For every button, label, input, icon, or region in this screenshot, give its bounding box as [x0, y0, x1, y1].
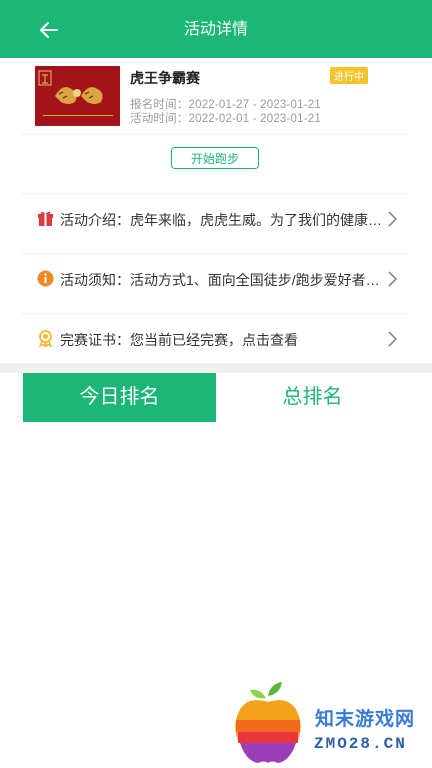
- chevron-right-icon: [388, 271, 398, 287]
- site-watermark: 知末游戏网 ZMO28.CN: [228, 680, 432, 768]
- tab-today-ranking[interactable]: 今日排名: [23, 373, 216, 422]
- app-header: 活动详情: [0, 0, 432, 58]
- activity-label: 活动时间：: [130, 113, 189, 125]
- gift-icon: [38, 211, 53, 226]
- activity-time: 活动时间：2022-02-01 - 2023-01-21: [130, 110, 321, 126]
- watermark-title: 知末游戏网: [315, 709, 416, 730]
- row-activity-notice[interactable]: 活动须知：活动方式1、面向全国徒步/跑步爱好者…: [0, 250, 432, 308]
- certificate-icon: [38, 330, 53, 347]
- section-separator: [0, 363, 432, 373]
- row-certificate[interactable]: 完赛证书：您当前已经完赛，点击查看: [0, 310, 432, 368]
- chevron-right-icon: [388, 211, 398, 227]
- activity-notice-text: 活动须知：活动方式1、面向全国徒步/跑步爱好者…: [60, 272, 380, 288]
- page-title: 活动详情: [183, 21, 248, 38]
- start-running-button[interactable]: 开始跑步: [171, 147, 259, 169]
- apple-logo-icon: [235, 682, 301, 763]
- status-badge: 进行中: [330, 67, 368, 84]
- event-thumbnail: [35, 66, 120, 126]
- certificate-text: 完赛证书：您当前已经完赛，点击查看: [60, 332, 298, 348]
- chevron-right-icon: [388, 331, 398, 347]
- tab-total-ranking[interactable]: 总排名: [216, 373, 409, 422]
- activity-intro-text: 活动介绍：虎年来临，虎虎生威。为了我们的健康…: [60, 212, 382, 228]
- divider: [22, 134, 408, 135]
- info-icon: [37, 270, 54, 287]
- event-title: 虎王争霸赛: [130, 70, 200, 86]
- event-card: 虎王争霸赛 进行中 报名时间：2022-01-27 - 2023-01-21 活…: [35, 66, 395, 126]
- row-activity-intro[interactable]: 活动介绍：虎年来临，虎虎生威。为了我们的健康…: [0, 190, 432, 248]
- activity-range: 2022-02-01 - 2023-01-21: [188, 113, 321, 125]
- watermark-domain: ZMO28.CN: [314, 735, 407, 753]
